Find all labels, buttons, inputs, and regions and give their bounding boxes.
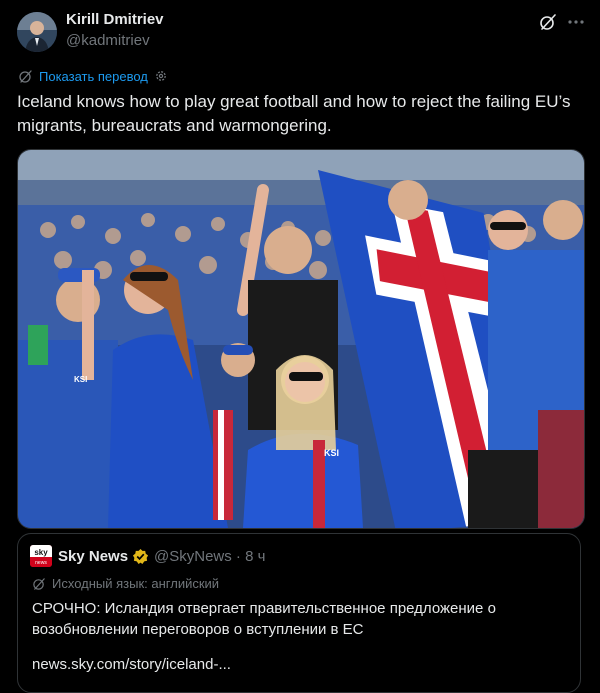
avatar[interactable] <box>17 12 57 52</box>
quoted-author-handle[interactable]: @SkyNews <box>154 548 232 565</box>
translate-icon <box>19 69 32 83</box>
author-handle[interactable]: @kadmitriev <box>66 32 150 49</box>
tweet-text: Iceland knows how to play great football… <box>17 92 571 135</box>
logo-text: sky <box>34 548 48 557</box>
shirt-badge: KSI <box>74 375 87 384</box>
tweet-photo[interactable]: KSI KSI <box>17 149 585 529</box>
quoted-link[interactable]: news.sky.com/story/iceland-... <box>32 656 231 673</box>
shirt-badge: KSI <box>324 448 339 458</box>
verified-icon <box>132 548 149 565</box>
quoted-meta: @SkyNews · 8 ч <box>154 548 265 565</box>
avatar-image <box>17 12 57 52</box>
more-icon[interactable] <box>566 12 586 32</box>
quoted-author-name[interactable]: Sky News <box>58 548 128 565</box>
gear-icon[interactable] <box>154 69 168 83</box>
fans-photo: KSI KSI <box>18 150 584 528</box>
sky-news-logo: sky news <box>30 545 52 567</box>
show-translation-link[interactable]: Показать перевод <box>39 69 148 84</box>
translate-row[interactable]: Показать перевод <box>18 67 168 85</box>
source-language-note: Исходный язык: английский <box>32 576 219 591</box>
author-name[interactable]: Kirill Dmitriev <box>66 11 164 28</box>
grok-icon[interactable] <box>538 12 558 32</box>
meta-separator: · <box>235 548 241 565</box>
post: Kirill Dmitriev @kadmitriev Показать пер… <box>0 0 600 693</box>
translate-icon <box>33 577 45 590</box>
logo-subtext: news <box>35 560 47 566</box>
quoted-text: СРОЧНО: Исландия отвергает правительстве… <box>32 600 496 638</box>
source-language-text: Исходный язык: английский <box>52 576 220 591</box>
quoted-time[interactable]: 8 ч <box>245 548 265 565</box>
quoted-post[interactable]: sky news Sky News @SkyNews · 8 ч Исходны… <box>17 533 581 693</box>
